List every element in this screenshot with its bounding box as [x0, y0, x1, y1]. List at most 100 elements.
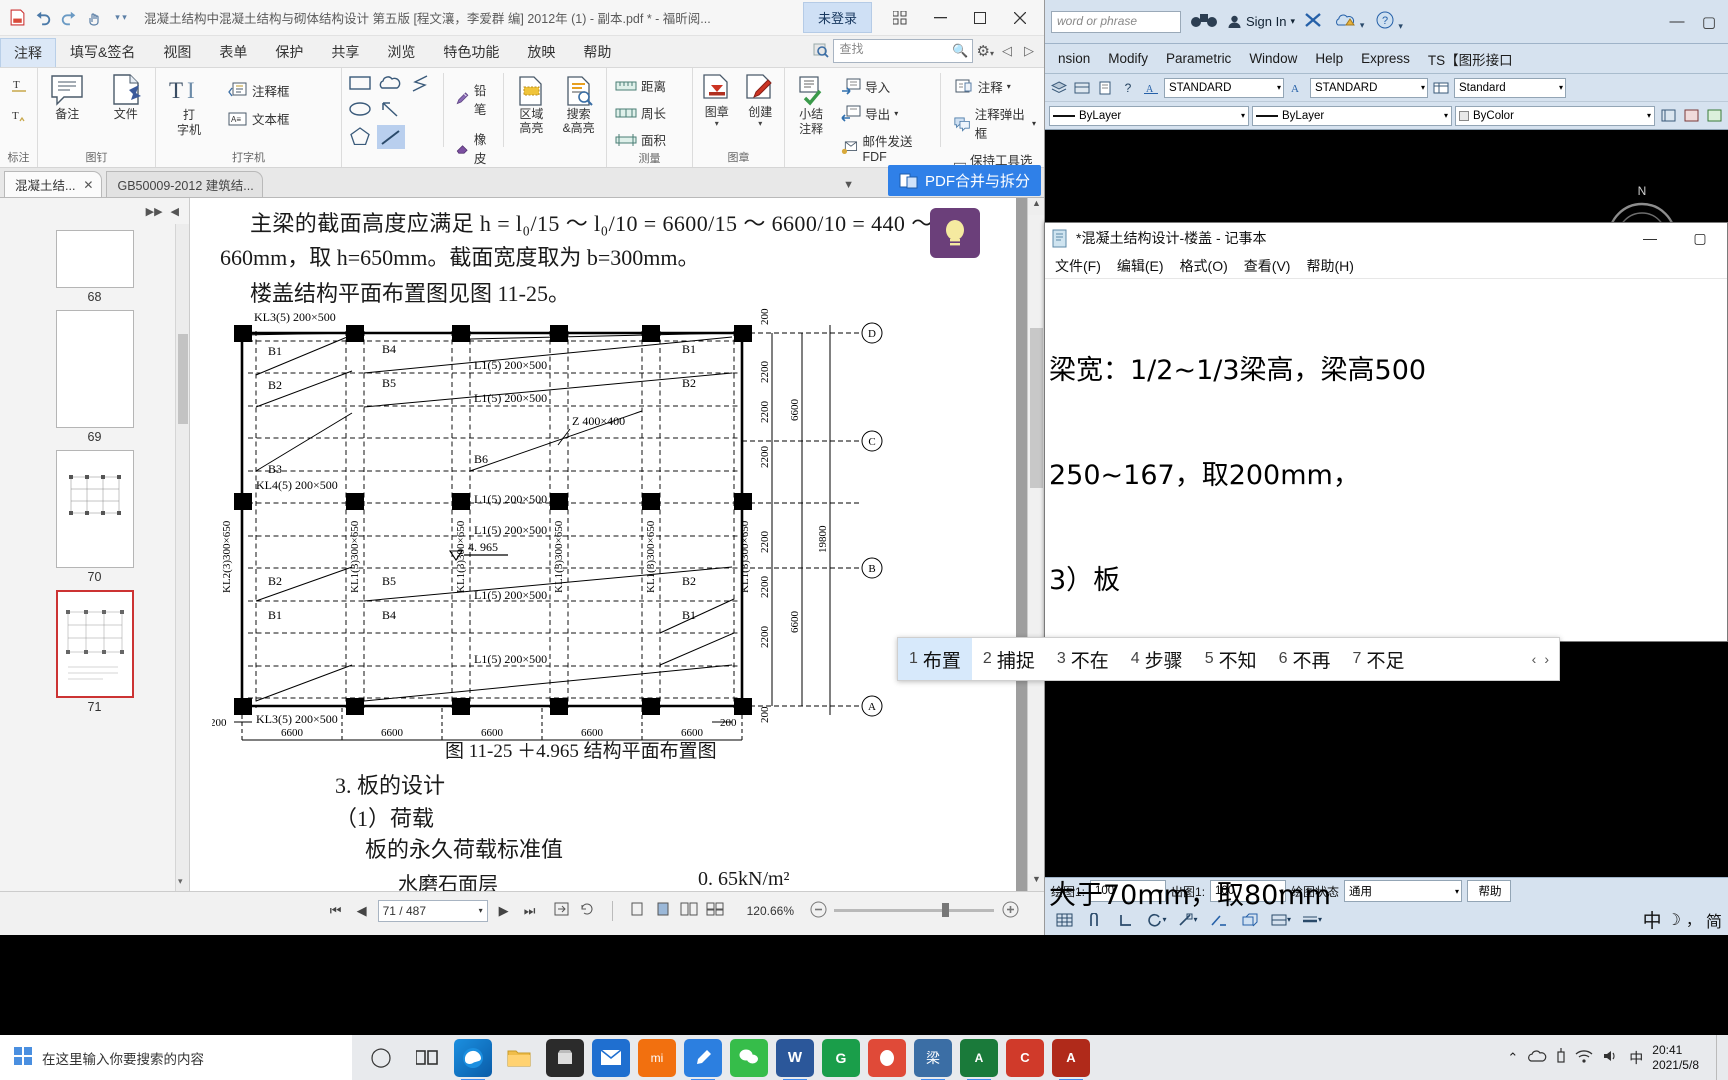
windows-start-icon[interactable] [14, 1047, 32, 1068]
notepad-menu-format[interactable]: 格式(O) [1180, 256, 1228, 276]
cad-menu-dimension[interactable]: nsion [1049, 47, 1099, 70]
close-icon[interactable]: ✕ [83, 178, 93, 192]
foxit-icon[interactable]: 梁 [914, 1038, 952, 1080]
chevron-down-icon[interactable]: ▾ [1421, 83, 1425, 92]
text-box-button[interactable]: A≡ 文本框 [225, 108, 293, 129]
ime-candidate-7[interactable]: 7 不足 [1342, 638, 1416, 680]
chevron-down-icon[interactable]: ▼ [843, 179, 854, 191]
chevron-down-icon[interactable]: ▾ [1241, 111, 1245, 120]
notepad-menu-help[interactable]: 帮助(H) [1306, 256, 1353, 276]
zoom-in-icon[interactable] [1000, 901, 1020, 921]
layer-state-icon[interactable] [1072, 78, 1092, 98]
minimize-button[interactable]: — [1664, 13, 1690, 30]
layer-color-combo[interactable]: ByLayer ▾ [1049, 105, 1249, 126]
chevron-down-icon[interactable]: ▾ [1290, 16, 1295, 27]
ime-language-indicator[interactable]: 中 [1629, 1048, 1643, 1068]
minimize-button[interactable] [920, 3, 960, 33]
arrow-tool-icon[interactable] [377, 99, 405, 123]
collapse-right-icon[interactable]: ▶▶ [146, 205, 163, 218]
task-view-icon[interactable] [408, 1039, 446, 1077]
text-style-icon[interactable]: A [1287, 78, 1307, 98]
two-page-view-icon[interactable] [679, 902, 699, 919]
zoom-slider[interactable] [834, 903, 994, 917]
doctab-active[interactable]: 混凝土结... ✕ [4, 171, 103, 197]
scroll-up-icon[interactable]: ▲ [1028, 198, 1044, 215]
chevron-down-icon[interactable]: ▾ [1647, 111, 1651, 120]
find-magnifier-icon[interactable] [813, 42, 829, 61]
ime-candidate-6[interactable]: 6 不再 [1268, 638, 1342, 680]
annotation-menu-button[interactable]: 注释 ▾ [951, 76, 1039, 97]
zoom-slider-knob[interactable] [942, 903, 949, 917]
export-button[interactable]: 导出 ▾ [838, 103, 930, 124]
pdf-merge-split-button[interactable]: PDF合并与拆分 [887, 165, 1041, 196]
pdf-page-view[interactable]: 主梁的截面高度应满足 h = l₀/15 ～ l₀/10 = 6600/15 ～… [190, 198, 1044, 891]
page-thumbnail[interactable] [55, 310, 134, 428]
text-style-combo[interactable]: STANDARD ▾ [1310, 77, 1428, 98]
line-tool-icon[interactable] [377, 125, 405, 149]
chevron-down-icon[interactable]: ▾ [1444, 111, 1448, 120]
minimize-button[interactable]: — [1629, 225, 1671, 251]
taskbar-clock[interactable]: 20:41 2021/5/8 [1652, 1043, 1707, 1073]
layer-tool-2-icon[interactable] [1681, 106, 1701, 126]
acrobat-icon[interactable]: A [1052, 1038, 1090, 1080]
ime-candidate-2[interactable]: 2 捕捉 [972, 638, 1046, 680]
maximize-button[interactable]: ▢ [1696, 13, 1722, 31]
notepad-menu-edit[interactable]: 编辑(E) [1117, 256, 1164, 276]
comment-box-button[interactable]: 注释框 [225, 80, 293, 101]
page-thumbnail[interactable] [55, 230, 134, 288]
page-vertical-scrollbar[interactable]: ▲ ▼ [1027, 198, 1044, 891]
menu-slideshow[interactable]: 放映 [513, 37, 569, 67]
collapse-left-icon[interactable]: ◀ [171, 205, 179, 218]
red-app-icon[interactable]: C [1006, 1038, 1044, 1077]
table-style-icon[interactable] [1431, 78, 1451, 98]
cad-menu-parametric[interactable]: Parametric [1157, 47, 1240, 70]
usb-icon[interactable] [1556, 1048, 1566, 1067]
scroll-down-icon[interactable]: ▼ [1028, 874, 1044, 891]
file-attach-button[interactable]: 文件 [102, 71, 151, 121]
menu-browse[interactable]: 浏览 [373, 37, 429, 67]
rotate-icon[interactable] [578, 902, 598, 919]
menu-fill-sign[interactable]: 填写&签名 [56, 37, 149, 67]
cloud-tool-icon[interactable] [377, 73, 405, 97]
prev-page-arrow-icon[interactable]: ◁ [998, 43, 1016, 59]
single-page-view-icon[interactable] [627, 902, 647, 919]
layer-list-icon[interactable] [1095, 78, 1115, 98]
annotation-popup-button[interactable]: 注释弹出框 ▾ [951, 103, 1039, 143]
two-page-scroll-icon[interactable] [705, 902, 725, 919]
chevron-down-icon[interactable]: ▾ [1277, 83, 1281, 92]
summary-comments-button[interactable]: 小结 注释 [790, 73, 832, 137]
zoom-out-icon[interactable] [808, 901, 828, 921]
page-dropdown-icon[interactable]: ▾ [479, 906, 483, 915]
polyline-tool-icon[interactable] [407, 73, 435, 97]
autodesk-x-icon[interactable] [1301, 12, 1325, 31]
page-thumbnail-current[interactable] [55, 590, 134, 698]
notepad-menu-view[interactable]: 查看(V) [1244, 256, 1291, 276]
layer-linetype-combo[interactable]: ByLayer ▾ [1252, 105, 1452, 126]
thumbnail-scrollbar[interactable]: ▾ [175, 224, 189, 891]
ime-candidate-4[interactable]: 4 步骤 [1120, 638, 1194, 680]
close-button[interactable] [1000, 3, 1040, 33]
cloud-warning-icon[interactable]: ▾ [1331, 12, 1367, 31]
store-icon[interactable] [546, 1038, 584, 1077]
gear-icon[interactable]: ⚙▾ [977, 42, 994, 60]
search-highlight-button[interactable]: 搜索 &高亮 [556, 73, 601, 135]
network-icon[interactable] [1575, 1049, 1593, 1066]
menu-protect[interactable]: 保护 [261, 37, 317, 67]
autocad-search-input[interactable]: word or phrase [1051, 10, 1181, 33]
text-caret-icon[interactable]: T [10, 109, 28, 132]
create-caret-icon[interactable]: ▾ [758, 119, 762, 128]
cad-icon[interactable]: A [960, 1038, 998, 1080]
chevron-up-icon[interactable]: ⌃ [1507, 1050, 1518, 1066]
cad-menu-window[interactable]: Window [1240, 47, 1306, 70]
file-explorer-icon[interactable] [500, 1039, 538, 1077]
layer-props-icon[interactable] [1049, 78, 1069, 98]
layer-lineweight-combo[interactable]: ByColor ▾ [1455, 105, 1655, 126]
perimeter-button[interactable]: 周长 [612, 102, 687, 123]
area-button[interactable]: 面积 [612, 129, 687, 150]
page-scroll-thumb[interactable] [1030, 328, 1043, 488]
rectangle-tool-icon[interactable] [347, 73, 375, 97]
menu-view[interactable]: 视图 [149, 37, 205, 67]
login-status-button[interactable]: 未登录 [802, 2, 872, 33]
mail-fdf-button[interactable]: 邮件发送FDF [838, 130, 930, 165]
binoculars-icon[interactable] [1187, 11, 1221, 32]
